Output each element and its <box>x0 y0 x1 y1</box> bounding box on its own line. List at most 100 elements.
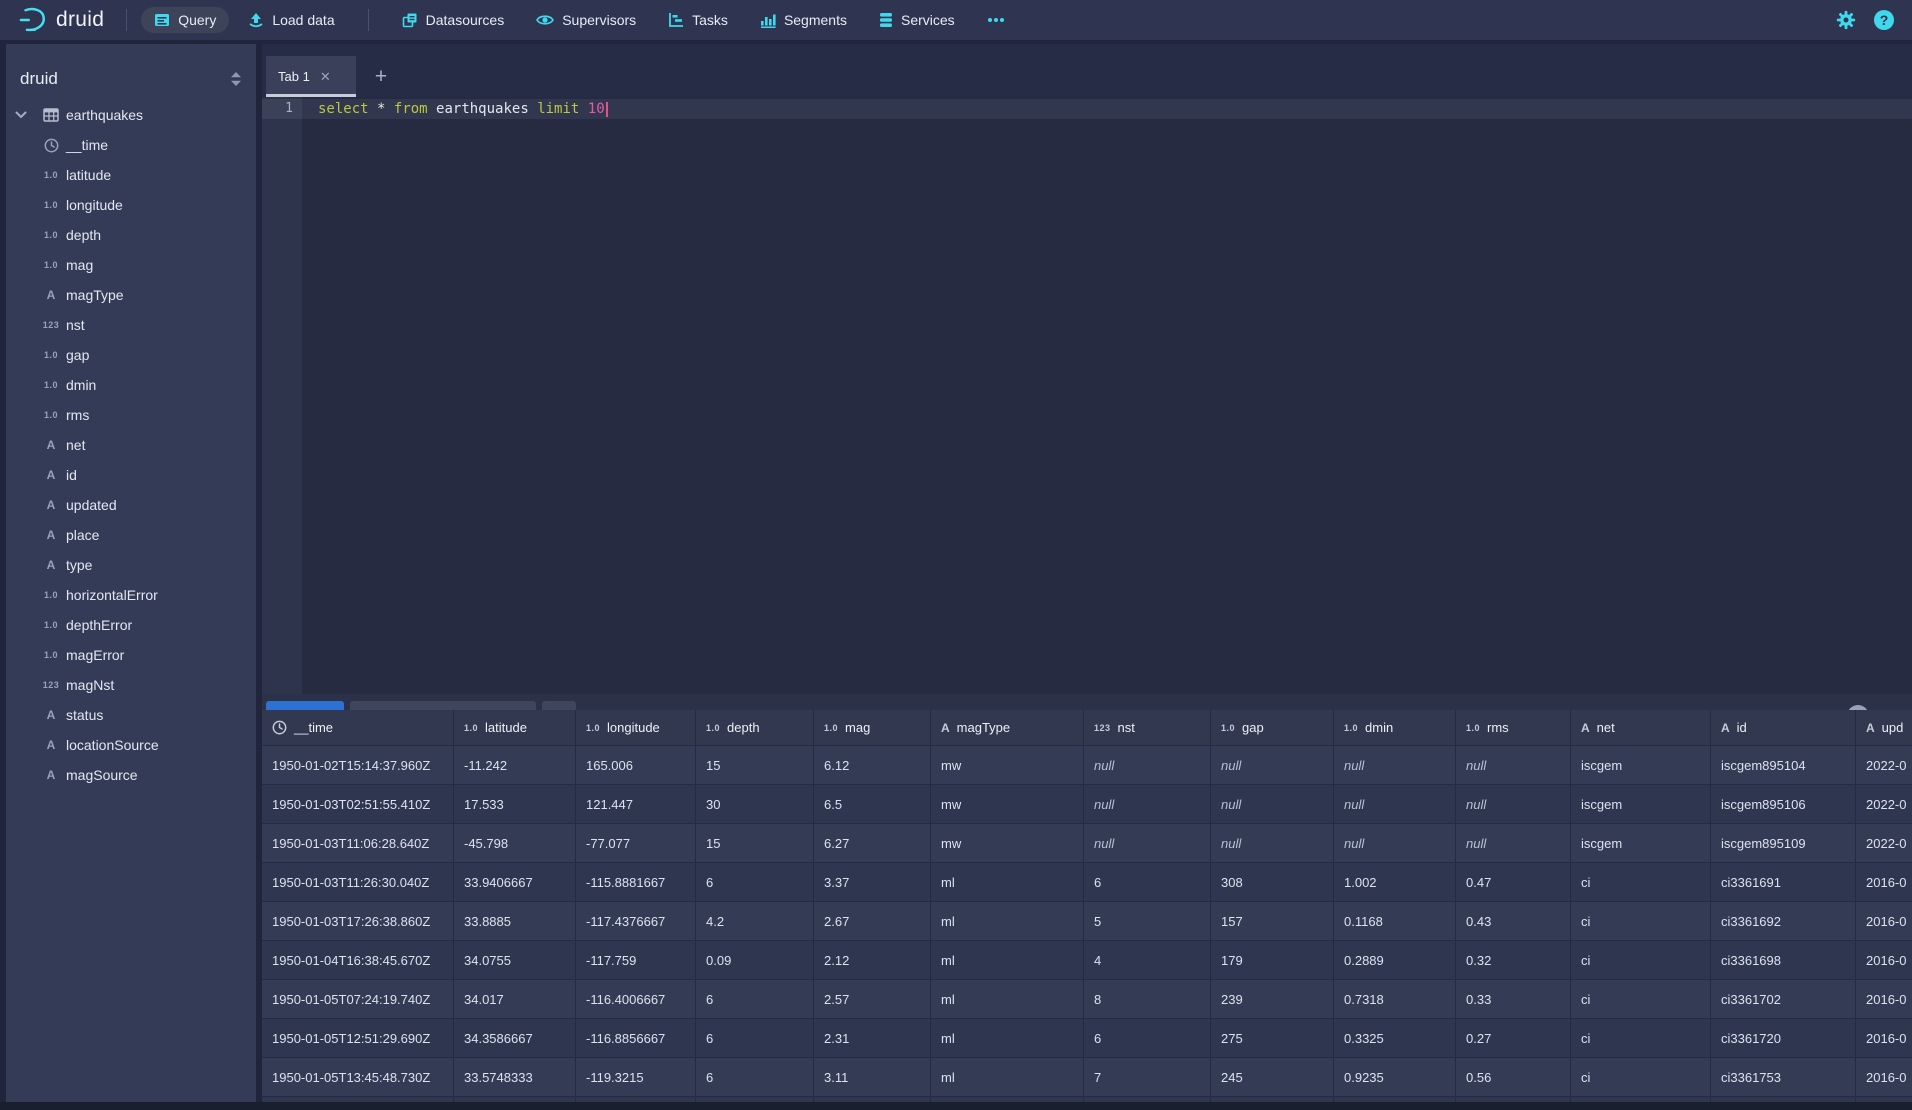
schema-column-status[interactable]: Astatus <box>6 700 256 730</box>
schema-column-magType[interactable]: AmagType <box>6 280 256 310</box>
load-data-icon <box>248 12 264 28</box>
tab-tab1[interactable]: Tab 1 ✕ <box>266 56 356 97</box>
column-label: type <box>66 557 92 573</box>
table-cell: 1950-01-02T15:14:37.960Z <box>262 746 454 785</box>
schema-column-place[interactable]: Aplace <box>6 520 256 550</box>
table-cell: 0.9235 <box>1334 1058 1456 1097</box>
schema-column-updated[interactable]: Aupdated <box>6 490 256 520</box>
column-header-dmin[interactable]: 1.0dmin <box>1334 710 1456 746</box>
nav-item-datasources[interactable]: Datasources <box>389 7 518 33</box>
table-cell: -45.798 <box>454 824 576 863</box>
nav-item-query[interactable]: Query <box>141 7 229 33</box>
schema-column-locationSource[interactable]: AlocationSource <box>6 730 256 760</box>
column-header-label: id <box>1737 720 1747 735</box>
column-header-id[interactable]: Aid <box>1711 710 1856 746</box>
schema-column-magError[interactable]: 1.0magError <box>6 640 256 670</box>
schema-column-rms[interactable]: 1.0rms <box>6 400 256 430</box>
nav-item-services[interactable]: Services <box>866 7 968 33</box>
column-header-rms[interactable]: 1.0 rms <box>1456 710 1571 746</box>
column-header-latitude[interactable]: 1.0latitude <box>454 710 576 746</box>
table-cell: 34.0755 <box>454 941 576 980</box>
schema-column-time[interactable]: __time <box>6 130 256 160</box>
column-header-nst[interactable]: 123nst <box>1084 710 1211 746</box>
settings-gear-icon[interactable] <box>1836 10 1856 30</box>
tab-close-icon[interactable]: ✕ <box>320 69 331 85</box>
sql-token-pl: earthquakes <box>428 101 538 117</box>
string-type-icon: A <box>41 768 61 782</box>
table-cell: -117.759 <box>576 941 696 980</box>
column-header-gap[interactable]: 1.0gap <box>1211 710 1334 746</box>
schema-column-net[interactable]: Anet <box>6 430 256 460</box>
schema-column-gap[interactable]: 1.0gap <box>6 340 256 370</box>
table-cell: 2.12 <box>814 941 931 980</box>
schema-column-latitude[interactable]: 1.0latitude <box>6 160 256 190</box>
table-cell: iscgem <box>1571 824 1711 863</box>
column-header-net[interactable]: Anet <box>1571 710 1711 746</box>
string-type-icon: A <box>41 558 61 572</box>
table-row: 1950-01-05T13:45:48.730Z33.5748333-119.3… <box>262 1058 1912 1097</box>
schema-column-magSource[interactable]: AmagSource <box>6 760 256 790</box>
nav-item-supervisors[interactable]: Supervisors <box>523 7 649 33</box>
number-type-icon: 123 <box>1094 723 1111 733</box>
schema-column-mag[interactable]: 1.0mag <box>6 250 256 280</box>
float-type-icon: 1.0 <box>1344 723 1358 733</box>
schema-column-horizontalError[interactable]: 1.0horizontalError <box>6 580 256 610</box>
column-label: mag <box>66 257 93 273</box>
double-caret-vertical-icon[interactable] <box>230 71 242 87</box>
navbar-divider <box>126 9 127 31</box>
table-cell: 2.31 <box>814 1019 931 1058</box>
table-cell: 34.3586667 <box>454 1019 576 1058</box>
druid-logo[interactable]: druid <box>10 6 112 34</box>
column-header-depth[interactable]: 1.0depth <box>696 710 814 746</box>
table-cell: 2022-0 <box>1856 746 1912 785</box>
nav-item-load-data[interactable]: Load data <box>235 7 347 33</box>
schema-column-longitude[interactable]: 1.0longitude <box>6 190 256 220</box>
help-icon[interactable]: ? <box>1874 10 1894 30</box>
nav-item-segments[interactable]: Segments <box>747 7 860 33</box>
column-label: magType <box>66 287 124 303</box>
new-tab-button[interactable]: + <box>366 62 396 92</box>
table-cell: 308 <box>1211 863 1334 902</box>
float-type-icon: 1.0 <box>1466 723 1480 733</box>
table-cell: 1.002 <box>1334 863 1456 902</box>
column-label: id <box>66 467 77 483</box>
table-cell: null <box>1211 746 1334 785</box>
sql-editor[interactable]: 1 select * from earthquakes limit 10 <box>262 97 1912 694</box>
chevron-down-icon[interactable] <box>6 111 36 119</box>
schema-column-magNst[interactable]: 123magNst <box>6 670 256 700</box>
nav-item-label: Tasks <box>692 12 728 28</box>
column-header-longitude[interactable]: 1.0longitude <box>576 710 696 746</box>
nav-item-label: Query <box>178 12 216 28</box>
schema-column-dmin[interactable]: 1.0dmin <box>6 370 256 400</box>
number-type-icon: 123 <box>41 320 61 330</box>
table-cell: ci <box>1571 863 1711 902</box>
schema-column-type[interactable]: Atype <box>6 550 256 580</box>
schema-column-depthError[interactable]: 1.0depthError <box>6 610 256 640</box>
column-label: status <box>66 707 103 723</box>
schema-column-nst[interactable]: 123nst <box>6 310 256 340</box>
column-header-magType[interactable]: AmagType <box>931 710 1084 746</box>
datasource-row-earthquakes[interactable]: earthquakes <box>6 100 256 130</box>
datasources-icon <box>402 12 418 28</box>
column-header-mag[interactable]: 1.0mag <box>814 710 931 746</box>
top-navbar: druid Query Load data DatasourcesSuperviso… <box>0 0 1912 40</box>
table-cell: ci3361720 <box>1711 1019 1856 1058</box>
column-header-label: rms <box>1487 720 1509 735</box>
float-type-icon: 1.0 <box>824 723 838 733</box>
table-cell: -116.8856667 <box>576 1019 696 1058</box>
schema-column-depth[interactable]: 1.0depth <box>6 220 256 250</box>
column-label: gap <box>66 347 89 363</box>
query-icon <box>154 12 170 28</box>
nav-item-tasks[interactable]: Tasks <box>655 7 741 33</box>
table-cell: ci3361753 <box>1711 1058 1856 1097</box>
sql-token-pl <box>369 101 377 117</box>
table-cell: 0.33 <box>1456 980 1571 1019</box>
nav-item-more[interactable] <box>974 12 1018 28</box>
column-label: place <box>66 527 99 543</box>
column-header-upd[interactable]: Aupd <box>1856 710 1912 746</box>
table-row: 1950-01-05T12:51:29.690Z34.3586667-116.8… <box>262 1019 1912 1058</box>
horizontal-scrollbar[interactable] <box>0 1102 1912 1110</box>
schema-column-id[interactable]: Aid <box>6 460 256 490</box>
table-cell: ci <box>1571 1019 1711 1058</box>
column-header-time[interactable]: __time <box>262 710 454 746</box>
